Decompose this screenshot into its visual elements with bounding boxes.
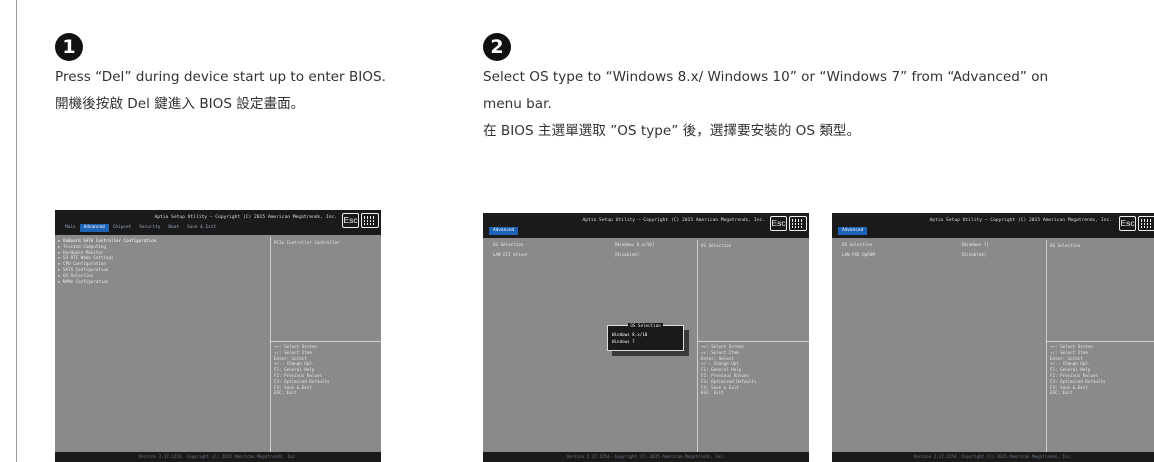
bios-top-bar: Aptio Setup Utility – Copyright (C) 2015…	[55, 210, 381, 235]
bios-divider	[270, 237, 271, 452]
step-2-text-en-line2: menu bar.	[483, 96, 552, 112]
bios-item[interactable]: ► NVMe Configuration	[58, 279, 156, 285]
esc-key-icon: Esc	[342, 213, 359, 228]
bios-screen-main: Aptio Setup Utility – Copyright (C) 2015…	[55, 210, 381, 462]
bios-title: Aptio Setup Utility – Copyright (C) 2015…	[929, 218, 1112, 223]
popup-option-windows-7[interactable]: Windows 7	[612, 339, 635, 345]
bios-divider	[1046, 240, 1047, 452]
bios-settings: OS Selection LAN PXE OpROM	[842, 242, 875, 258]
setting-row[interactable]: LAN PXE OpROM	[842, 252, 875, 258]
left-border-line	[16, 0, 17, 462]
menu-advanced[interactable]: Advanced	[489, 227, 519, 235]
bios-help-panel: →←: Select Screen ↑↓: Select Item Enter:…	[701, 344, 757, 396]
setting-row[interactable]: OS Selection	[842, 242, 875, 248]
step-1-text-en: Press “Del” during device start up to en…	[55, 69, 386, 85]
setting-value[interactable]: [Disabled]	[961, 252, 989, 258]
menu-chipset[interactable]: Chipset	[109, 224, 136, 232]
menu-advanced[interactable]: Advanced	[838, 227, 868, 235]
bios-title: Aptio Setup Utility – Copyright (C) 2015…	[582, 218, 765, 223]
menu-main[interactable]: Main	[61, 224, 80, 232]
menu-save-exit[interactable]: Save & Exit	[183, 224, 220, 232]
keyboard-icon	[361, 213, 379, 228]
step-1-badge: 1	[55, 33, 83, 61]
bios-item-list: ► OnBoard SATA Controller Configuration …	[58, 238, 156, 284]
bios-footer: Version 2.17.1254. Copyright (C) 2015 Am…	[55, 452, 381, 462]
bios-setting-values: [Windows 8.x/10] [Disabled]	[614, 242, 654, 258]
bios-top-bar: Aptio Setup Utility – Copyright (C) 2015…	[832, 213, 1154, 238]
bios-title: Aptio Setup Utility – Copyright (C) 2015…	[154, 215, 337, 220]
bios-menu-bar: Advanced	[489, 227, 519, 235]
bios-screen-os-select-popup: Aptio Setup Utility – Copyright (C) 2015…	[483, 213, 809, 462]
bios-footer: Version 2.17.1254. Copyright (C) 2015 Am…	[483, 452, 809, 462]
popup-option-windows-10[interactable]: Windows 8.x/10	[612, 332, 647, 338]
setting-value[interactable]: [Windows 8.x/10]	[614, 242, 654, 248]
esc-key-icon: Esc	[1119, 216, 1136, 231]
step-1-text-zh: 開機後按啟 Del 鍵進入 BIOS 設定畫面。	[55, 96, 305, 112]
bios-help-divider	[697, 341, 809, 342]
bios-help-panel: →←: Select Screen ↑↓: Select Item Enter:…	[1050, 344, 1106, 396]
setting-value[interactable]: [Windows 7]	[961, 242, 989, 248]
bios-screen-os-select-result: Aptio Setup Utility – Copyright (C) 2015…	[832, 213, 1154, 462]
bios-top-bar: Aptio Setup Utility – Copyright (C) 2015…	[483, 213, 809, 238]
bios-menu-bar: Main Advanced Chipset Security Boot Save…	[61, 224, 220, 232]
bios-footer: Version 2.17.1254. Copyright (C) 2015 Am…	[832, 452, 1154, 462]
os-selection-popup[interactable]: ── OS Selection ── Windows 8.x/10 Window…	[607, 323, 684, 351]
keyboard-icon	[1138, 216, 1154, 231]
menu-security[interactable]: Security	[135, 224, 164, 232]
bios-help-panel: →←: Select Screen ↑↓: Select Item Enter:…	[274, 344, 330, 396]
setting-row[interactable]: OS Selection	[493, 242, 528, 248]
step-2-text-zh: 在 BIOS 主選單選取 ”OS type” 後，選擇要安裝的 OS 類型。	[483, 123, 861, 139]
bios-menu-bar: Advanced	[838, 227, 868, 235]
bios-setting-values: [Windows 7] [Disabled]	[961, 242, 989, 258]
menu-advanced[interactable]: Advanced	[79, 224, 109, 232]
keyboard-icon	[789, 216, 807, 231]
step-2-badge: 2	[483, 33, 511, 61]
bios-description: OS Selection	[1050, 243, 1081, 248]
esc-key-icon: Esc	[770, 216, 787, 231]
bios-description: PCIe Controller Controller	[274, 240, 340, 245]
setting-row[interactable]: LAN EFI driver	[493, 252, 528, 258]
setting-value[interactable]: [Disabled]	[614, 252, 654, 258]
bios-description: OS Selection	[701, 243, 732, 248]
menu-boot[interactable]: Boot	[164, 224, 183, 232]
bios-divider	[697, 240, 698, 452]
step-2-text-en-line1: Select OS type to “Windows 8.x/ Windows …	[483, 69, 1049, 85]
popup-title: ── OS Selection ──	[620, 323, 671, 328]
bios-help-divider	[270, 341, 381, 342]
bios-help-divider	[1046, 341, 1154, 342]
bios-settings: OS Selection LAN EFI driver	[493, 242, 528, 258]
